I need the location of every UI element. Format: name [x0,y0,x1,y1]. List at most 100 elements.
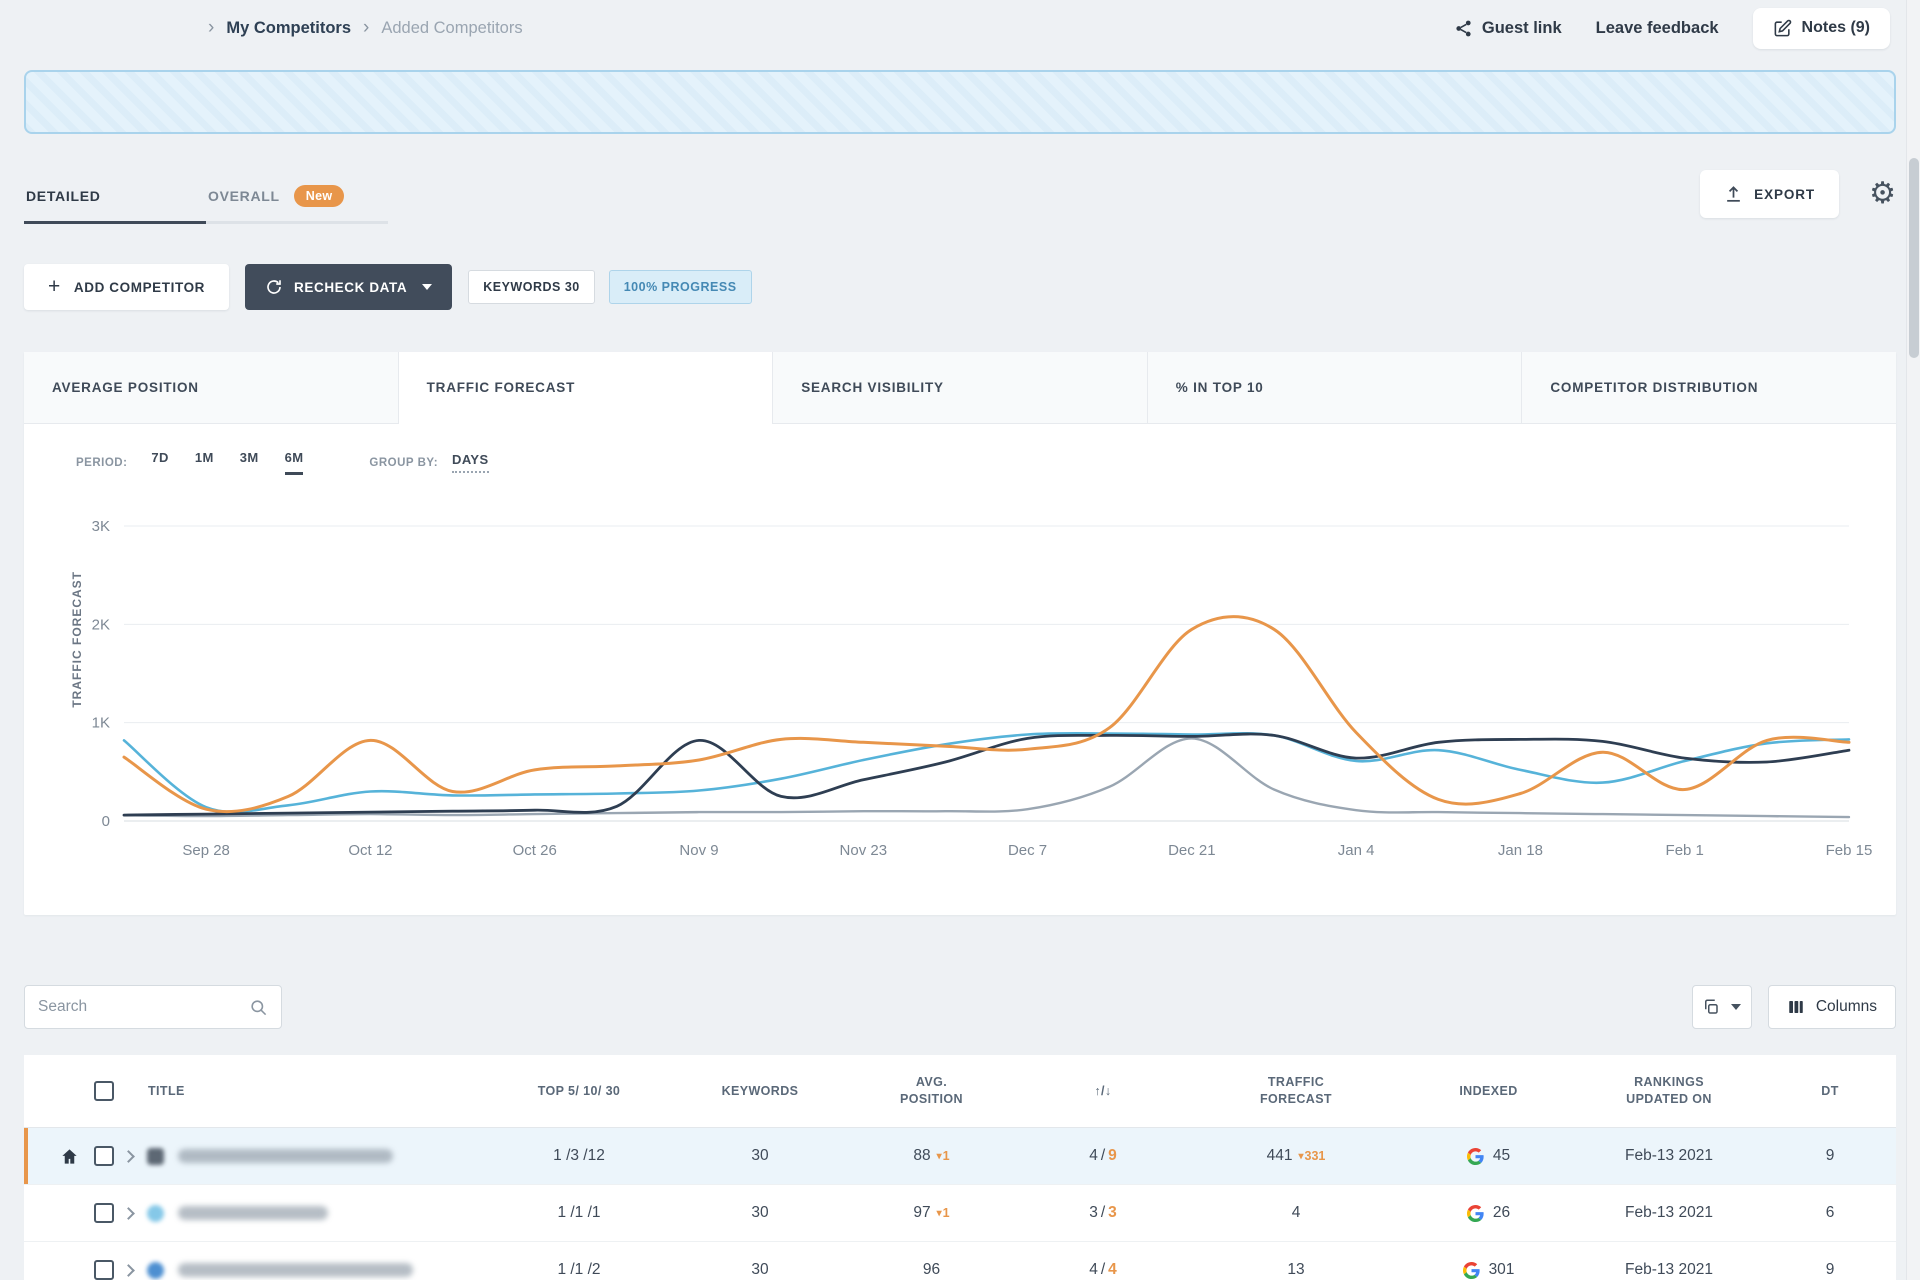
guest-link-button[interactable]: Guest link [1454,19,1562,38]
down-arrow-icon: ▾ [1298,1151,1303,1162]
row-expand-chevron-icon[interactable] [122,1207,135,1220]
header-traffic-forecast: TRAFFIC FORECAST [1189,1074,1403,1108]
period-option-1m[interactable]: 1M [195,450,214,475]
chevron-right-icon: › [363,18,369,37]
guest-link-label: Guest link [1482,19,1562,38]
row-checkbox[interactable] [94,1146,114,1166]
chart-tabs: AVERAGE POSITION TRAFFIC FORECAST SEARCH… [24,352,1896,424]
select-all-checkbox[interactable] [94,1081,114,1101]
cell-up-down: 4/4 [1017,1261,1189,1279]
new-badge: New [294,185,345,207]
table-view-actions: Columns [1692,985,1896,1029]
down-arrow-icon: ▾ [937,1151,942,1162]
settings-gear-icon[interactable]: ⚙ [1869,179,1896,209]
site-favicon [147,1262,164,1279]
chart-card: AVERAGE POSITION TRAFFIC FORECAST SEARCH… [24,352,1896,915]
site-title-redacted [178,1263,413,1277]
svg-text:Jan 4: Jan 4 [1338,842,1375,859]
edit-note-icon [1773,19,1792,38]
notes-button[interactable]: Notes (9) [1753,8,1890,49]
chart-tab-label: COMPETITOR DISTRIBUTION [1550,380,1758,395]
notes-label: Notes (9) [1802,19,1870,37]
home-icon [58,1145,80,1167]
cell-up-down: 3/3 [1017,1204,1189,1222]
chart-tab-search-visibility[interactable]: SEARCH VISIBILITY [772,352,1147,423]
columns-button[interactable]: Columns [1768,985,1896,1029]
chart-tab-average-position[interactable]: AVERAGE POSITION [24,352,398,423]
traffic-forecast-chart: TRAFFIC FORECAST 01K2K3KSep 28Oct 12Oct … [24,481,1896,881]
chart-tab-label: SEARCH VISIBILITY [801,380,944,395]
breadcrumb: › My Competitors › Added Competitors [208,19,523,38]
table-header-row: TITLE TOP 5/ 10/ 30 KEYWORDS AVG. POSITI… [24,1055,1896,1128]
cell-top-5-10-30: 1 /3 /12 [484,1147,674,1165]
site-title-redacted [178,1206,328,1220]
chart-tab-competitor-distribution[interactable]: COMPETITOR DISTRIBUTION [1521,352,1896,423]
tab-overall[interactable]: OVERALL New [206,179,388,224]
topbar-actions: Guest link Leave feedback Notes (9) [1454,8,1890,49]
cell-rankings-updated: Feb-13 2021 [1574,1147,1764,1165]
cell-top-5-10-30: 1 /1 /2 [484,1261,674,1279]
period-controls: PERIOD: 7D 1M 3M 6M GROUP BY: DAYS [24,424,1896,475]
row-expand-chevron-icon[interactable] [122,1150,135,1163]
chart-tab-label: TRAFFIC FORECAST [427,380,576,395]
table-row[interactable]: 1 /1 /1 30 97 ▾1 3/3 4 26 Feb-13 2021 6 [24,1185,1896,1242]
cell-rankings-updated: Feb-13 2021 [1574,1204,1764,1222]
cell-keywords: 30 [674,1147,846,1165]
table-row[interactable]: 1 /3 /12 30 88 ▾1 4/9 441 ▾331 45 Feb-13… [24,1128,1896,1185]
add-competitor-button[interactable]: + ADD COMPETITOR [24,264,229,310]
site-favicon [147,1148,164,1165]
breadcrumb-my-competitors[interactable]: My Competitors [226,19,351,38]
plus-icon: + [48,276,61,297]
refresh-icon [265,278,283,296]
chevron-down-icon [422,284,432,290]
period-option-6m[interactable]: 6M [285,450,304,475]
header-dt: DT [1764,1083,1896,1100]
period-option-7d[interactable]: 7D [151,450,168,475]
cell-traffic-forecast: 4 [1189,1204,1403,1222]
group-by-control: GROUP BY: DAYS [369,452,488,473]
recheck-data-button[interactable]: RECHECK DATA [245,264,452,310]
period-label: PERIOD: [76,457,127,469]
cell-dt: 9 [1764,1261,1896,1279]
chart-tab-label: AVERAGE POSITION [52,380,199,395]
leave-feedback-button[interactable]: Leave feedback [1596,19,1719,38]
svg-text:Dec 21: Dec 21 [1168,842,1216,859]
cell-indexed: 45 [1403,1147,1574,1165]
export-label: EXPORT [1754,187,1815,202]
svg-text:Nov 9: Nov 9 [679,842,718,859]
header-controls-cell [24,1080,124,1102]
cell-traffic-forecast: 441 ▾331 [1189,1147,1403,1165]
svg-text:Nov 23: Nov 23 [840,842,888,859]
svg-text:Feb 15: Feb 15 [1826,842,1873,859]
row-expand-chevron-icon[interactable] [122,1264,135,1277]
search-input[interactable] [38,998,249,1016]
google-icon [1463,1262,1480,1279]
google-icon [1467,1148,1484,1165]
view-tabs: DETAILED OVERALL New [24,179,388,224]
chart-tab-traffic-forecast[interactable]: TRAFFIC FORECAST [398,352,773,423]
info-banner [24,70,1896,134]
row-checkbox[interactable] [94,1260,114,1280]
period-option-3m[interactable]: 3M [240,450,259,475]
copy-view-button[interactable] [1692,985,1752,1029]
chart-tab-label: % IN TOP 10 [1176,380,1264,395]
row-checkbox[interactable] [94,1203,114,1223]
group-by-value-dropdown[interactable]: DAYS [452,452,489,473]
table-row[interactable]: 1 /1 /2 30 96 4/4 13 301 Feb-13 2021 9 [24,1242,1896,1280]
svg-text:Feb 1: Feb 1 [1666,842,1704,859]
copy-icon [1702,998,1720,1016]
page-scrollbar-thumb[interactable] [1909,158,1919,358]
keywords-count-chip: KEYWORDS 30 [468,270,595,304]
upload-icon [1724,185,1743,204]
chart-tab-percent-in-top-10[interactable]: % IN TOP 10 [1147,352,1522,423]
breadcrumb-added-competitors: Added Competitors [381,19,522,38]
cell-dt: 9 [1764,1147,1896,1165]
site-title-redacted [178,1149,393,1163]
svg-text:Oct 12: Oct 12 [348,842,392,859]
cell-indexed: 301 [1403,1261,1574,1279]
view-tabs-row: DETAILED OVERALL New EXPORT ⚙ [24,170,1896,224]
export-button[interactable]: EXPORT [1700,170,1839,218]
svg-text:0: 0 [102,813,110,830]
search-box [24,985,282,1029]
tab-detailed[interactable]: DETAILED [24,179,206,224]
